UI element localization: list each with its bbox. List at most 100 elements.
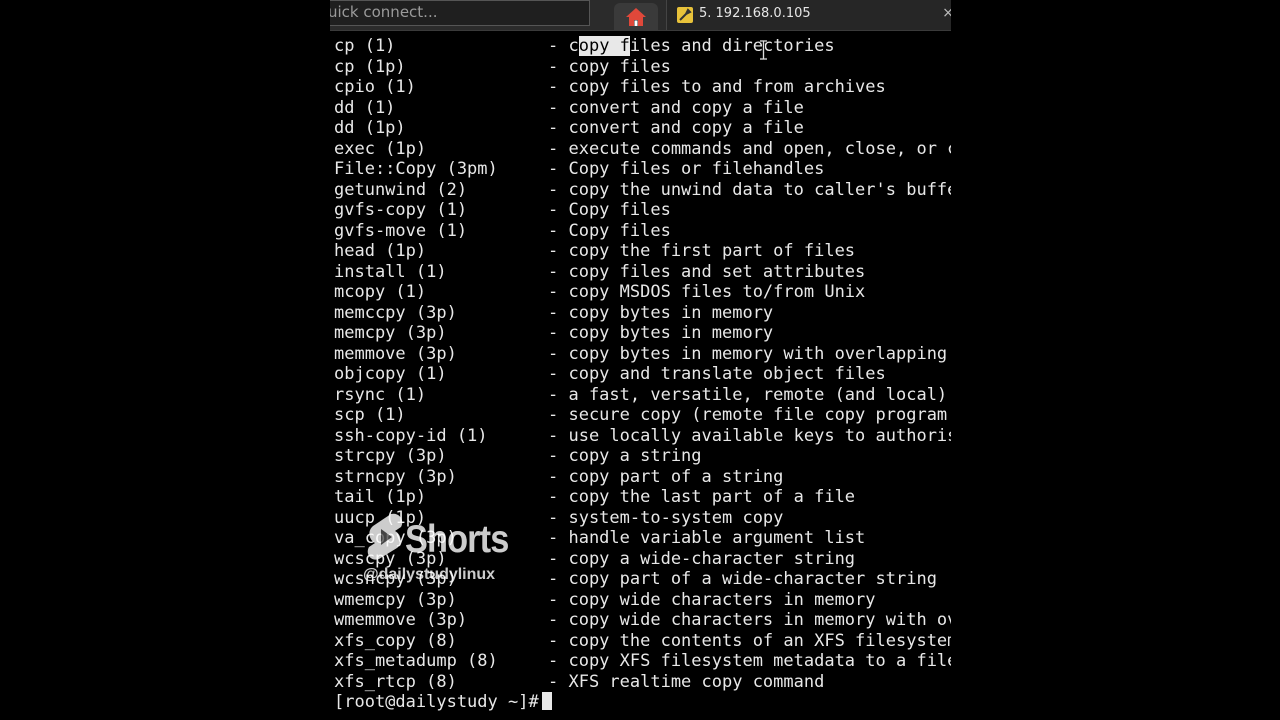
shorts-brand: Shorts (405, 518, 509, 561)
command-description: - Copy files (548, 220, 671, 241)
terminal-row: cpio (1) - copy files to and from archive… (334, 77, 951, 98)
command-description: - convert and copy a file (548, 118, 804, 138)
command-name: install (1) (334, 261, 447, 282)
command-name: strncpy (3p) (334, 466, 457, 487)
command-description: - copy part of a wide-character string (548, 569, 937, 589)
command-description: - copy files (548, 56, 671, 77)
terminal-row: exec (1p) - execute commands and open, cl… (334, 139, 951, 160)
command-name: getunwind (2) (334, 179, 468, 200)
terminal-row: xfs_rtcp (8) - XFS realtime copy command (334, 672, 951, 693)
terminal-row: cp (1) - copy files and directories (334, 36, 951, 57)
terminal-row: File::Copy (3pm) - Copy files or filehand… (334, 159, 951, 180)
command-name: dd (1p) (334, 118, 406, 138)
command-name: memmove (3p) (334, 343, 457, 364)
terminal-row: rsync (1) - a fast, versatile, remote (an… (334, 385, 951, 406)
command-name: strcpy (3p) (334, 446, 447, 466)
terminal-row: wmemmove (3p) - copy wide characters in m… (334, 610, 951, 631)
command-description: - copy files and directories (548, 36, 835, 56)
command-description: - convert and copy a file (548, 97, 804, 118)
command-description: - copy a wide-character string (548, 548, 856, 569)
close-icon[interactable]: × (942, 5, 951, 21)
command-description: - execute commands and open, close, or c (548, 138, 951, 159)
terminal-row: getunwind (2) - copy the unwind data to c… (334, 180, 951, 201)
command-description: - copy files and set attributes (548, 261, 866, 282)
command-name: dd (1) (334, 97, 396, 118)
command-name: ssh-copy-id (1) (334, 425, 488, 446)
command-description: - copy a string (548, 446, 702, 466)
terminal-row: memcpy (3p) - copy bytes in memory (334, 323, 951, 344)
terminal-row: xfs_copy (8) - copy the contents of an XF… (334, 631, 951, 652)
terminal-row: tail (1p) - copy the last part of a file (334, 487, 951, 508)
command-description: - copy bytes in memory (548, 323, 774, 343)
shorts-watermark: Shorts @dailystudylinux (363, 512, 545, 592)
command-description: - XFS realtime copy command (548, 671, 825, 692)
terminal-row: head (1p) - copy the first part of files (334, 241, 951, 262)
command-name: gvfs-move (1) (334, 220, 468, 241)
command-name: File::Copy (3pm) (334, 159, 498, 179)
home-icon (626, 8, 646, 26)
title-bar: uick connect... 5. 192.168.0.105 × (330, 0, 951, 31)
command-description: - copy and translate object files (548, 364, 886, 384)
terminal-row: xfs_metadump (8) - copy XFS filesystem me… (334, 651, 951, 672)
command-name: cp (1p) (334, 56, 406, 77)
command-description: - copy files to and from archives (548, 77, 886, 97)
terminal-row: scp (1) - secure copy (remote file copy p… (334, 405, 951, 426)
terminal-row: mcopy (1) - copy MSDOS files to/from Unix (334, 282, 951, 303)
command-name: xfs_rtcp (8) (334, 671, 457, 692)
text-cursor-icon (760, 40, 767, 60)
terminal-row: objcopy (1) - copy and translate object f… (334, 364, 951, 385)
command-description: - use locally available keys to authoris (548, 425, 951, 446)
command-name: mcopy (1) (334, 282, 427, 302)
terminal-row: install (1) - copy files and set attribut… (334, 262, 951, 283)
terminal-row: gvfs-move (1) - Copy files (334, 221, 951, 242)
command-name: wmemmove (3p) (334, 610, 468, 630)
command-description: - system-to-system copy (548, 507, 784, 528)
command-name: head (1p) (334, 241, 427, 261)
command-description: - a fast, versatile, remote (and local) (548, 384, 948, 405)
command-description: - copy the first part of files (548, 241, 856, 261)
command-name: cp (1) (334, 36, 396, 56)
terminal-row: gvfs-copy (1) - Copy files (334, 200, 951, 221)
command-name: cpio (1) (334, 77, 416, 97)
home-tab[interactable] (614, 3, 658, 30)
command-name: wmemcpy (3p) (334, 589, 457, 610)
command-description: - secure copy (remote file copy program (548, 405, 948, 425)
wrench-icon (677, 7, 693, 23)
command-name: exec (1p) (334, 138, 427, 159)
command-description: - copy the last part of a file (548, 487, 856, 507)
command-name: xfs_copy (8) (334, 630, 457, 651)
text-selection: opy f (578, 36, 630, 56)
terminal-row: dd (1p) - convert and copy a file (334, 118, 951, 139)
terminal-row: ssh-copy-id (1) - use locally available k… (334, 426, 951, 447)
terminal-row: strncpy (3p) - copy part of a string (334, 467, 951, 488)
command-description: - copy the unwind data to caller's buffe (548, 179, 951, 200)
command-description: - copy XFS filesystem metadata to a file (548, 651, 951, 671)
quick-connect-input[interactable]: uick connect... (330, 0, 590, 26)
command-description: - copy part of a string (548, 466, 784, 487)
shell-prompt[interactable]: [root@dailystudy ~]# (334, 692, 951, 713)
command-name: rsync (1) (334, 384, 427, 405)
shorts-logo-icon (367, 513, 403, 560)
session-tab[interactable]: 5. 192.168.0.105 × (666, 0, 951, 30)
command-description: - copy bytes in memory with overlapping (548, 343, 948, 364)
command-name: scp (1) (334, 405, 406, 425)
channel-handle: @dailystudylinux (363, 566, 496, 583)
command-name: gvfs-copy (1) (334, 200, 468, 220)
command-name: objcopy (1) (334, 364, 447, 384)
terminal-row: memccpy (3p) - copy bytes in memory (334, 303, 951, 324)
terminal-output[interactable]: cp (1) - copy files and directories cp (… (334, 36, 951, 720)
command-description: - copy the contents of an XFS filesystem (548, 630, 951, 651)
terminal-row: cp (1p) - copy files (334, 57, 951, 78)
command-name: xfs_metadump (8) (334, 651, 498, 671)
command-name: tail (1p) (334, 487, 427, 507)
command-name: memccpy (3p) (334, 302, 457, 323)
terminal-row: strcpy (3p) - copy a string (334, 446, 951, 467)
terminal-cursor (541, 692, 552, 710)
command-description: - copy wide characters in memory (548, 589, 876, 610)
command-description: - Copy files or filehandles (548, 159, 825, 179)
terminal-window: uick connect... 5. 192.168.0.105 × cp (1… (330, 0, 951, 720)
command-description: - handle variable argument list (548, 528, 866, 548)
command-description: - copy wide characters in memory with ov (548, 610, 951, 630)
terminal-row: dd (1) - convert and copy a file (334, 98, 951, 119)
session-tab-label: 5. 192.168.0.105 (699, 6, 811, 21)
